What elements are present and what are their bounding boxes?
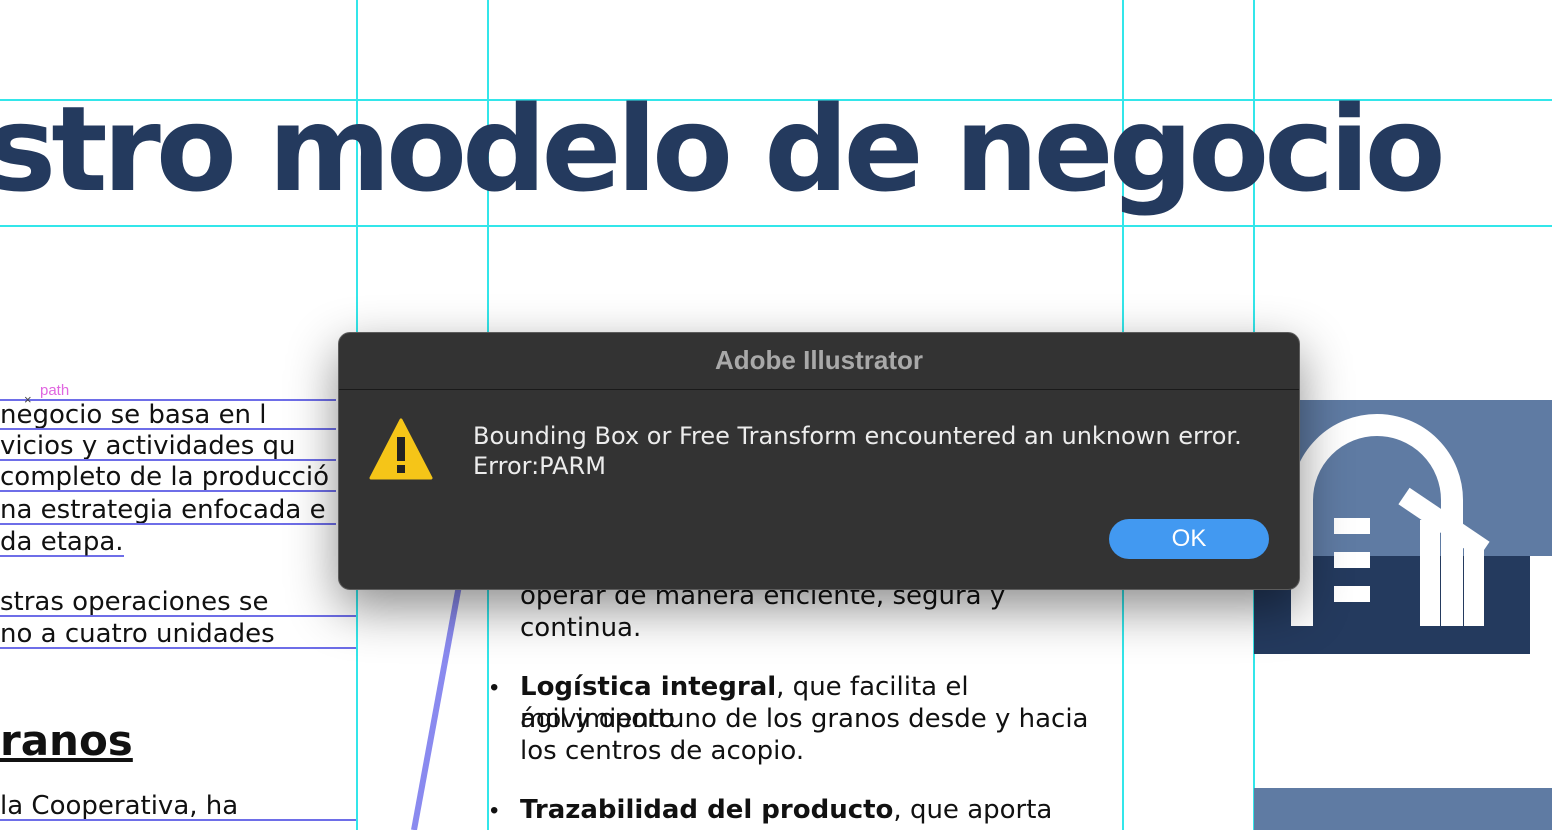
bullet: • (490, 797, 499, 824)
right-text-line[interactable]: continua. (520, 612, 1122, 644)
dialog-error-code: Error:PARM (473, 452, 606, 480)
list-item-trazabilidad[interactable]: Trazabilidad del producto, que aporta (520, 794, 1122, 826)
left-text-line[interactable]: completo de la producció (0, 464, 336, 492)
section-subheading[interactable]: ranos (0, 716, 133, 765)
ok-button[interactable]: OK (1109, 519, 1269, 559)
headline[interactable]: stro modelo de negocio (0, 90, 1446, 208)
left-text-line[interactable]: negocio se basa en l (0, 402, 336, 430)
bullet: • (490, 674, 499, 701)
dialog-message-line: Bounding Box or Free Transform encounter… (473, 422, 1242, 450)
left-text-line[interactable]: la Cooperativa, ha (0, 793, 356, 821)
list-item-bold: Trazabilidad del producto (520, 795, 894, 825)
left-text-line[interactable]: no a cuatro unidades (0, 621, 356, 649)
right-text-line[interactable]: los centros de acopio. (520, 735, 1122, 767)
dialog-divider (339, 389, 1299, 390)
selection-path-label: path (40, 382, 70, 399)
error-dialog[interactable]: Adobe Illustrator Bounding Box or Free T… (338, 332, 1300, 590)
dialog-message: Bounding Box or Free Transform encounter… (473, 421, 1242, 481)
selection-top-edge (0, 399, 336, 401)
illustration-panel-bottom[interactable] (1254, 788, 1552, 830)
warning-icon (369, 418, 433, 480)
left-text-line[interactable]: vicios y actividades qu (0, 433, 336, 461)
dialog-title: Adobe Illustrator (714, 345, 923, 375)
left-text-line[interactable]: da etapa. (0, 529, 124, 557)
diagonal-path-line[interactable] (400, 580, 470, 830)
right-text-line[interactable]: ágil y oportuno de los granos desde y ha… (520, 703, 1122, 735)
left-text-line[interactable]: stras operaciones se (0, 589, 356, 617)
left-text-line[interactable]: na estrategia enfocada e (0, 497, 336, 525)
list-item-bold: Logística integral (520, 672, 777, 702)
guide-horizontal[interactable] (0, 225, 1552, 227)
list-item-text: , que aporta (893, 795, 1053, 825)
